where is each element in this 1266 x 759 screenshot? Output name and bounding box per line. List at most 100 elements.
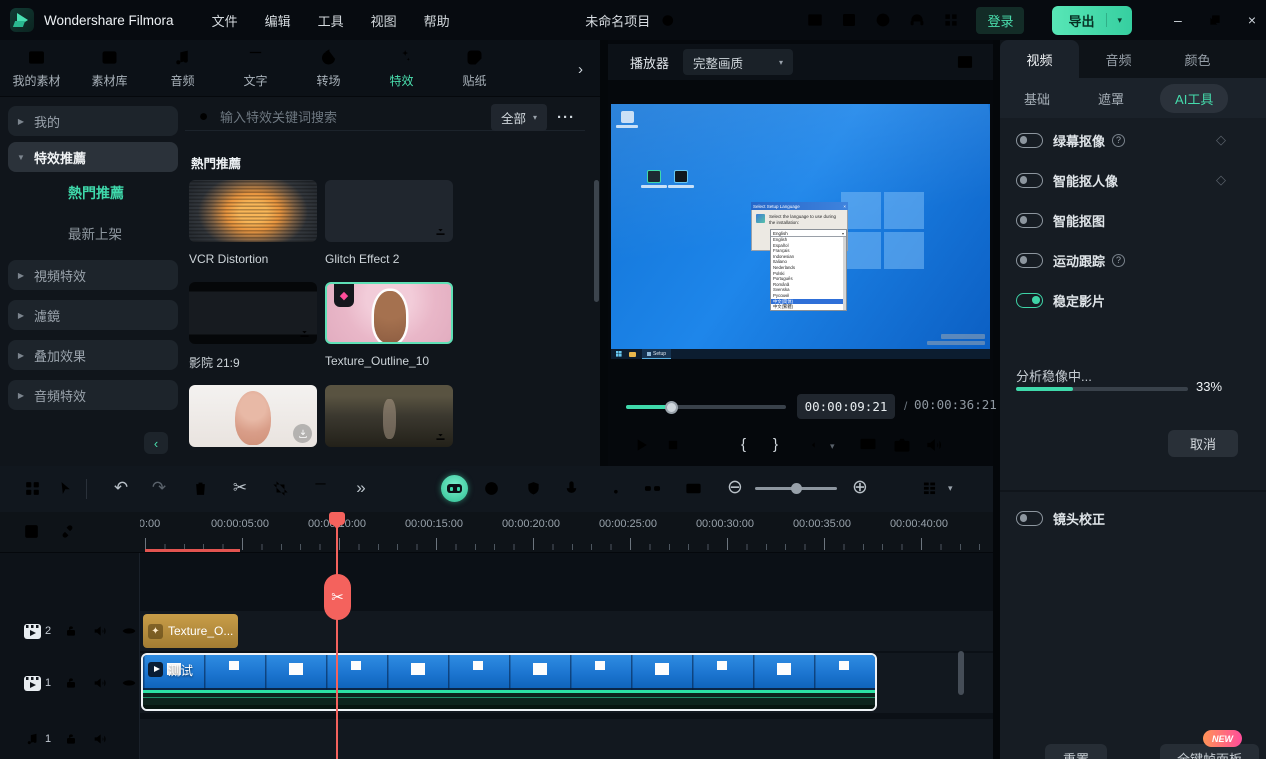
tab-color[interactable]: 颜色 xyxy=(1158,40,1237,78)
speed-text-button[interactable] xyxy=(311,479,330,498)
mute-speaker-icon[interactable] xyxy=(92,623,108,639)
menu-help[interactable]: 帮助 xyxy=(424,11,450,30)
search-input[interactable] xyxy=(220,110,491,125)
render-preview-button[interactable] xyxy=(482,479,501,498)
filter-dropdown[interactable]: 全部 ▾ xyxy=(491,104,547,131)
subtab-basic[interactable]: 基础 xyxy=(1024,89,1050,108)
mark-out-brace-button[interactable]: } xyxy=(773,436,778,456)
add-to-timeline-button[interactable] xyxy=(22,522,41,541)
timeline-vertical-scrollbar[interactable] xyxy=(958,651,964,695)
video-clip-selected[interactable]: 测试 xyxy=(141,653,877,711)
link-clips-button[interactable] xyxy=(58,522,77,541)
category-my[interactable]: ▶ 我的 xyxy=(8,106,178,136)
mark-in-brace-button[interactable]: { xyxy=(741,436,746,456)
zoom-in-button[interactable]: ⊕ xyxy=(849,478,871,497)
display-device-button[interactable] xyxy=(858,435,878,455)
tab-effects[interactable]: 特效 xyxy=(365,47,438,89)
minimize-button[interactable]: – xyxy=(1174,12,1182,28)
lens-correction-toggle[interactable] xyxy=(1016,511,1043,526)
playhead-line[interactable] xyxy=(336,512,338,759)
timeline-zoom-slider[interactable] xyxy=(755,487,837,490)
tab-stock-library[interactable]: 素材库 xyxy=(73,47,146,89)
pointer-tool-button[interactable] xyxy=(56,479,75,498)
tab-strip-expand-chevron-icon[interactable]: › xyxy=(578,61,592,75)
lock-icon[interactable] xyxy=(63,623,79,639)
ai-glasses-button[interactable] xyxy=(643,479,662,498)
category-newest[interactable]: 最新上架 xyxy=(8,220,178,246)
tab-video[interactable]: 视频 xyxy=(1000,40,1079,78)
delete-button[interactable] xyxy=(191,479,210,498)
scrollbar-thumb[interactable] xyxy=(594,180,599,302)
green-screen-toggle[interactable] xyxy=(1016,133,1043,148)
record-voiceover-button[interactable] xyxy=(562,479,581,498)
playback-quality-dropdown[interactable]: 完整画质 ▾ xyxy=(683,49,793,75)
export-chevron-icon[interactable]: ▾ xyxy=(1107,15,1132,26)
visibility-eye-icon[interactable] xyxy=(121,623,137,639)
tab-stickers[interactable]: 贴纸 xyxy=(438,47,511,89)
support-headset-icon[interactable] xyxy=(908,11,926,29)
undo-button[interactable]: ↶ xyxy=(110,478,132,497)
keyframe-diamond-icon[interactable]: ◇ xyxy=(1216,132,1226,148)
save-icon[interactable] xyxy=(840,11,858,29)
close-button[interactable]: × xyxy=(1248,12,1256,28)
tab-transitions[interactable]: 转场 xyxy=(292,47,365,89)
ai-portrait-toggle[interactable] xyxy=(1016,173,1043,188)
track-manager-chevron-icon[interactable]: ▾ xyxy=(948,483,953,494)
volume-button[interactable] xyxy=(924,435,944,455)
render-preview-icon[interactable] xyxy=(955,52,975,72)
crop-button[interactable] xyxy=(271,479,290,498)
category-audio-effects[interactable]: ▶ 音頻特效 xyxy=(8,380,178,410)
zoom-out-button[interactable]: ⊖ xyxy=(724,478,746,497)
playhead-handle[interactable] xyxy=(329,512,345,525)
effect-card-texture-outline-10-selected[interactable]: ◆ xyxy=(325,282,453,344)
maximize-button[interactable] xyxy=(1208,13,1222,27)
play-button[interactable] xyxy=(631,435,651,455)
lock-icon[interactable] xyxy=(63,731,79,747)
zoom-slider-handle[interactable] xyxy=(791,483,802,494)
seek-slider[interactable] xyxy=(626,405,786,409)
playhead-split-button[interactable]: ✂ xyxy=(324,574,351,620)
tab-my-media[interactable]: 我的素材 xyxy=(0,47,73,89)
menu-tools[interactable]: 工具 xyxy=(318,11,344,30)
login-button[interactable]: 登录 xyxy=(976,7,1024,34)
tab-text[interactable]: 文字 xyxy=(219,47,292,89)
split-options-chevron-icon[interactable]: ▾ xyxy=(830,441,835,461)
keyframe-diamond-icon[interactable]: ◇ xyxy=(1216,172,1226,188)
menu-file[interactable]: 文件 xyxy=(212,11,238,30)
ai-assistant-button[interactable] xyxy=(441,475,468,502)
effect-card-glitch-effect-2[interactable] xyxy=(325,180,453,242)
track-manager-button[interactable] xyxy=(920,479,939,498)
apps-grid-icon[interactable] xyxy=(942,11,960,29)
effect-clip-texture-outline[interactable]: ✦ Texture_O... xyxy=(143,614,238,648)
mute-speaker-icon[interactable] xyxy=(92,731,108,747)
redo-button[interactable]: ↷ xyxy=(148,478,170,497)
layout-panel-icon[interactable] xyxy=(806,11,824,29)
reset-button[interactable]: 重置 xyxy=(1045,744,1107,759)
more-options-button[interactable]: ··· xyxy=(557,109,575,126)
help-icon[interactable]: ? xyxy=(1112,254,1125,267)
audio-mixer-button[interactable] xyxy=(602,479,621,498)
more-tools-chevrons[interactable]: » xyxy=(350,478,372,497)
split-frame-button[interactable] xyxy=(804,435,824,455)
media-grid-button[interactable] xyxy=(23,479,42,498)
sidebar-collapse-button[interactable]: ‹ xyxy=(144,432,168,454)
subtab-mask[interactable]: 遮罩 xyxy=(1098,89,1124,108)
fullscreen-button[interactable] xyxy=(958,437,975,454)
split-scissors-button[interactable]: ✂ xyxy=(229,478,251,497)
effect-card-landscape[interactable] xyxy=(325,385,453,447)
menu-edit[interactable]: 编辑 xyxy=(265,11,291,30)
effects-scrollbar[interactable] xyxy=(594,180,599,406)
category-hot[interactable]: 熱門推薦 xyxy=(8,180,178,206)
category-filters[interactable]: ▶ 濾鏡 xyxy=(8,300,178,330)
category-recommended[interactable]: ▼ 特效推薦 xyxy=(8,142,178,172)
export-button[interactable]: 导出 ▾ xyxy=(1052,6,1132,35)
audio-track-1-row[interactable] xyxy=(0,719,993,759)
upload-cloud-icon[interactable] xyxy=(874,11,892,29)
marker-button[interactable] xyxy=(524,479,543,498)
effect-card-portrait[interactable] xyxy=(189,385,317,447)
motion-tracking-toggle[interactable] xyxy=(1016,253,1043,268)
menu-view[interactable]: 视图 xyxy=(371,11,397,30)
visibility-eye-icon[interactable] xyxy=(121,675,137,691)
category-overlays[interactable]: ▶ 叠加效果 xyxy=(8,340,178,370)
stabilization-toggle[interactable] xyxy=(1016,293,1043,308)
